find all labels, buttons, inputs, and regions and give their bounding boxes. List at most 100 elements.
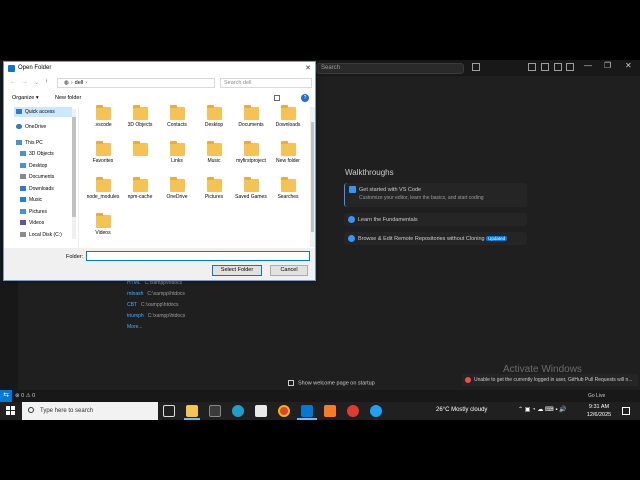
command-bar: Organize ▾ New folder ? [4, 92, 315, 104]
dialog-search-input[interactable]: Search dell [220, 78, 312, 88]
xampp-icon[interactable] [324, 405, 336, 417]
recent-item[interactable]: rnlnash C:\xampp\htdocs [127, 291, 185, 302]
tree-videos[interactable]: Videos [20, 220, 44, 226]
weather-widget[interactable]: 26°C Mostly cloudy [436, 407, 487, 413]
folder-input[interactable] [86, 251, 310, 261]
file-explorer-icon[interactable] [186, 405, 198, 417]
recent-item[interactable]: HTML C:\xampp\htdocs [127, 280, 185, 291]
toggle-sidebar-icon[interactable] [541, 63, 549, 71]
tree-this-pc[interactable]: This PC [16, 140, 43, 146]
folder-item[interactable]: New folder [269, 141, 307, 164]
folder-item[interactable]: .vscode [84, 105, 122, 128]
folder-item[interactable]: OneDrive [158, 177, 196, 200]
tree-local-disk[interactable]: Local Disk (C:) [20, 232, 62, 238]
toggle-layout-icon[interactable] [528, 63, 536, 71]
cancel-button[interactable]: Cancel [270, 265, 308, 276]
cloud-icon [16, 124, 22, 130]
folder-icon [243, 177, 259, 192]
walkthrough-remote-repos[interactable]: Browse & Edit Remote Repositories withou… [344, 232, 527, 245]
pc-icon [16, 140, 22, 146]
system-tray-icons[interactable]: ⌃ ▣ ◔ ☁ ⌨ ▪ 🔊 [518, 406, 567, 413]
task-view-icon[interactable] [163, 405, 175, 417]
organize-button[interactable]: Organize ▾ [12, 95, 39, 101]
edge-icon[interactable] [232, 405, 244, 417]
view-options-icon[interactable] [274, 95, 280, 101]
up-arrow-icon[interactable]: ↑ [45, 79, 48, 85]
tree-quick-access[interactable]: Quick access [16, 109, 55, 115]
minimize-button[interactable]: — [584, 61, 592, 70]
toggle-panel-icon[interactable] [554, 63, 562, 71]
tree-desktop[interactable]: Desktop [20, 163, 47, 169]
command-center-search[interactable]: Search [316, 63, 464, 74]
folder-item[interactable]: Videos [84, 213, 122, 236]
documents-icon [20, 174, 26, 180]
tree-documents[interactable]: Documents [20, 174, 54, 180]
walkthrough-fundamentals[interactable]: Learn the Fundamentals [344, 213, 527, 226]
notification-toast[interactable]: Unable to get the currently logged in us… [462, 374, 638, 386]
folder-item[interactable]: Links [158, 141, 196, 164]
windows-start-icon[interactable] [6, 406, 16, 416]
startup-checkbox-row[interactable]: Show welcome page on startup [288, 380, 375, 386]
folder-item[interactable]: Saved Games [232, 177, 270, 200]
tree-music[interactable]: Music [20, 197, 42, 203]
tree-downloads[interactable]: Downloads [20, 186, 54, 192]
updated-badge: Updated [486, 236, 508, 241]
remote-indicator-button[interactable]: ⇆ [0, 390, 12, 402]
screen-recorder-icon[interactable] [347, 405, 359, 417]
folder-icon [95, 177, 111, 192]
microsoft-store-icon[interactable] [209, 405, 221, 417]
folder-item[interactable]: node_modules [84, 177, 122, 200]
navigation-row: ← → ⌄ ↑ ◍ › dell › Search dell [4, 76, 315, 90]
folder-icon [95, 141, 111, 156]
dialog-close-button[interactable]: ✕ [305, 64, 311, 72]
folder-item[interactable]: Contacts [158, 105, 196, 128]
forward-arrow-icon[interactable]: → [22, 79, 28, 85]
vscode-taskbar-icon[interactable] [301, 405, 313, 417]
recent-more-link[interactable]: More... [127, 324, 185, 330]
folder-item[interactable]: Desktop [195, 105, 233, 128]
help-icon[interactable]: ? [301, 94, 309, 102]
restore-button[interactable]: ❐ [604, 61, 611, 70]
tree-scrollbar-thumb[interactable] [72, 117, 76, 217]
taskbar-search-box[interactable]: Type here to search [22, 402, 158, 420]
select-folder-button[interactable]: Select Folder [212, 265, 262, 276]
problems-status[interactable]: ⊗ 0 ⚠ 0 [15, 393, 35, 399]
folder-item[interactable]: Favorites [84, 141, 122, 164]
chrome-icon[interactable] [278, 405, 290, 417]
copilot-icon[interactable] [472, 63, 480, 71]
folder-item[interactable]: Music [195, 141, 233, 164]
notification-center-icon[interactable] [622, 407, 630, 415]
recent-item[interactable]: triumph C:\xampp\htdocs [127, 313, 185, 324]
close-window-button[interactable]: ✕ [625, 61, 632, 70]
breadcrumb-dell[interactable]: dell [75, 80, 84, 86]
folder-item[interactable]: Downloads [269, 105, 307, 128]
folder-item[interactable]: Documents [232, 105, 270, 128]
new-folder-button[interactable]: New folder [55, 95, 81, 101]
folder-item[interactable]: 3D Objects [121, 105, 159, 128]
recent-locations-icon[interactable]: ⌄ [34, 79, 39, 86]
cube-icon [20, 151, 26, 157]
dialog-title: Open Folder [18, 65, 52, 71]
mail-icon[interactable] [255, 405, 267, 417]
toggle-secondary-sidebar-icon[interactable] [566, 63, 574, 71]
clock[interactable]: 9:31 AM 12/6/2025 [582, 403, 616, 419]
lightbulb-icon [348, 216, 355, 223]
file-list: .vscode 3D Objects Contacts Desktop Docu… [84, 105, 309, 247]
address-bar[interactable]: ◍ › dell › [57, 78, 215, 88]
tree-onedrive[interactable]: OneDrive [16, 124, 46, 130]
folder-icon [206, 141, 222, 156]
startup-checkbox[interactable] [288, 380, 294, 386]
folder-item[interactable]: Searches [269, 177, 307, 200]
file-list-scrollbar-thumb[interactable] [311, 122, 314, 232]
tree-3d-objects[interactable]: 3D Objects [20, 151, 54, 157]
tree-pictures[interactable]: Pictures [20, 209, 47, 215]
recent-item[interactable]: CBT C:\xampp\htdocs [127, 302, 185, 313]
go-live-button[interactable]: Go Live [588, 393, 605, 399]
folder-item[interactable]: myfirstproject [232, 141, 270, 164]
app-icon[interactable] [370, 405, 382, 417]
folder-item[interactable] [121, 141, 159, 158]
walkthrough-get-started[interactable]: Get started with VS Code Customize your … [344, 183, 527, 207]
back-arrow-icon[interactable]: ← [10, 79, 16, 85]
folder-item[interactable]: Pictures [195, 177, 233, 200]
folder-item[interactable]: npm-cache [121, 177, 159, 200]
